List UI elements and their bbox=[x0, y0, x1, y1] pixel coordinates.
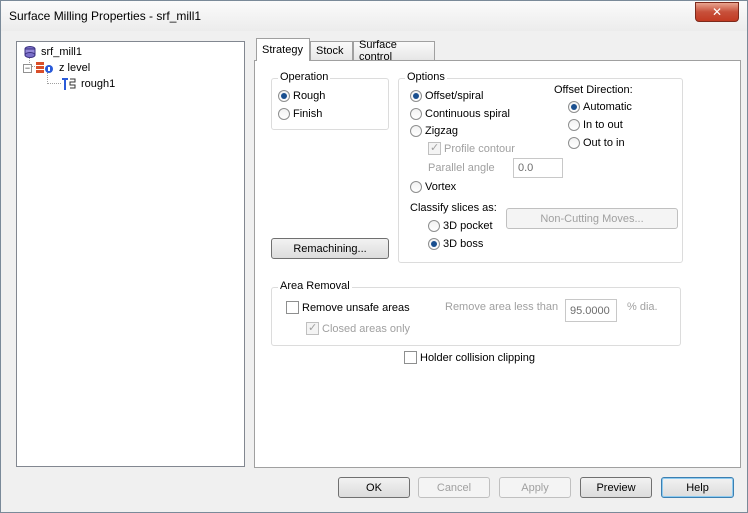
radio-indicator bbox=[568, 119, 580, 131]
collapse-icon[interactable]: − bbox=[23, 63, 32, 73]
radio-indicator bbox=[410, 108, 422, 120]
tool-path-icon bbox=[62, 78, 76, 90]
radio-label: Vortex bbox=[425, 181, 457, 193]
remove-area-less-than-label: Remove area less than bbox=[445, 301, 559, 313]
preview-button[interactable]: Preview bbox=[580, 477, 652, 498]
surface-mill-icon bbox=[24, 46, 36, 58]
vortex-radio[interactable]: Vortex bbox=[410, 181, 456, 193]
radio-label: Finish bbox=[293, 108, 323, 120]
automatic-radio[interactable]: Automatic bbox=[568, 101, 632, 113]
area-removal-title: Area Removal bbox=[278, 280, 352, 292]
non-cutting-moves-button[interactable]: Non-Cutting Moves... bbox=[506, 208, 678, 229]
in-to-out-radio[interactable]: In to out bbox=[568, 119, 623, 131]
ok-button[interactable]: OK bbox=[338, 477, 410, 498]
boss-3d-radio[interactable]: 3D boss bbox=[428, 238, 483, 250]
radio-indicator bbox=[278, 90, 290, 102]
help-button[interactable]: Help bbox=[661, 477, 734, 498]
button-label: Apply bbox=[521, 481, 549, 494]
tree-item-label: z level bbox=[59, 62, 91, 74]
tree-item-label: rough1 bbox=[81, 78, 116, 90]
tree-item-rough1[interactable]: rough1 bbox=[61, 76, 115, 92]
radio-indicator bbox=[568, 101, 580, 113]
button-label: Cancel bbox=[436, 481, 472, 494]
radio-label: 3D boss bbox=[443, 238, 484, 250]
z-level-icon bbox=[36, 62, 53, 73]
radio-label: Continuous spiral bbox=[425, 108, 510, 120]
remachining-button[interactable]: Remachining... bbox=[271, 238, 389, 259]
tree-item-srf-mill1[interactable]: srf_mill1 bbox=[23, 44, 82, 60]
field-value: 95.0000 bbox=[570, 304, 610, 317]
operation-title: Operation bbox=[278, 71, 331, 83]
radio-label: Rough bbox=[293, 90, 326, 102]
closed-areas-only-checkbox[interactable]: Closed areas only bbox=[306, 321, 411, 335]
radio-label: Automatic bbox=[583, 101, 632, 113]
checkbox-label: Holder collision clipping bbox=[420, 351, 535, 364]
apply-button[interactable]: Apply bbox=[499, 477, 571, 498]
radio-label: In to out bbox=[583, 119, 623, 131]
checkbox-label: Profile contour bbox=[444, 142, 515, 155]
area-removal-group: Area Removal bbox=[271, 280, 681, 346]
continuous-spiral-radio[interactable]: Continuous spiral bbox=[410, 108, 510, 120]
tab-stock[interactable]: Stock bbox=[310, 41, 353, 60]
cancel-button[interactable]: Cancel bbox=[418, 477, 490, 498]
checkbox-label: Closed areas only bbox=[322, 322, 411, 335]
remove-area-field[interactable]: 95.0000 bbox=[565, 299, 617, 322]
options-title: Options bbox=[405, 71, 447, 83]
dialog-window: Surface Milling Properties - srf_mill1 ✕… bbox=[0, 0, 748, 513]
remove-unsafe-checkbox[interactable]: Remove unsafe areas bbox=[286, 301, 410, 314]
parallel-angle-field[interactable]: 0.0 bbox=[513, 158, 563, 178]
radio-indicator bbox=[410, 181, 422, 193]
finish-radio[interactable]: Finish bbox=[278, 108, 322, 120]
tree-item-label: srf_mill1 bbox=[41, 46, 82, 58]
tree-item-z-level[interactable]: − z level bbox=[23, 60, 90, 76]
offset-spiral-radio[interactable]: Offset/spiral bbox=[410, 90, 484, 102]
tab-strategy[interactable]: Strategy bbox=[256, 38, 310, 61]
tab-surface-control[interactable]: Surface control bbox=[353, 39, 435, 63]
radio-label: 3D pocket bbox=[443, 220, 493, 232]
profile-contour-checkbox[interactable]: Profile contour bbox=[428, 141, 515, 155]
parallel-angle-label: Parallel angle bbox=[428, 162, 495, 174]
pocket-3d-radio[interactable]: 3D pocket bbox=[428, 220, 493, 232]
radio-indicator bbox=[410, 90, 422, 102]
button-label: Remachining... bbox=[293, 242, 367, 255]
radio-indicator bbox=[568, 137, 580, 149]
checkbox-indicator bbox=[286, 301, 299, 314]
button-label: Non-Cutting Moves... bbox=[540, 212, 644, 225]
window-title: Surface Milling Properties - srf_mill1 bbox=[9, 9, 202, 23]
radio-label: Offset/spiral bbox=[425, 90, 484, 102]
operation-group: Operation bbox=[271, 71, 389, 130]
checkbox-label: Remove unsafe areas bbox=[302, 301, 410, 314]
tab-label: Stock bbox=[316, 45, 344, 57]
checkbox-indicator bbox=[306, 321, 319, 335]
out-to-in-radio[interactable]: Out to in bbox=[568, 137, 625, 149]
radio-label: Out to in bbox=[583, 137, 625, 149]
rough-radio[interactable]: Rough bbox=[278, 90, 325, 102]
title-bar[interactable]: Surface Milling Properties - srf_mill1 ✕ bbox=[1, 1, 747, 31]
zigzag-radio[interactable]: Zigzag bbox=[410, 125, 458, 137]
button-label: Preview bbox=[596, 481, 636, 494]
percent-dia-label: % dia. bbox=[627, 301, 658, 313]
radio-indicator bbox=[428, 238, 440, 250]
radio-indicator bbox=[410, 125, 422, 137]
button-label: Help bbox=[686, 481, 709, 494]
classify-label: Classify slices as: bbox=[410, 202, 497, 214]
button-label: OK bbox=[366, 481, 382, 494]
checkbox-indicator bbox=[428, 141, 441, 155]
close-icon: ✕ bbox=[711, 5, 723, 19]
radio-indicator bbox=[278, 108, 290, 120]
close-button[interactable]: ✕ bbox=[695, 2, 739, 22]
strategy-panel: Operation Rough Finish Remachining... Op… bbox=[254, 60, 741, 468]
offset-direction-label: Offset Direction: bbox=[554, 84, 633, 96]
radio-label: Zigzag bbox=[425, 125, 459, 137]
holder-collision-checkbox[interactable]: Holder collision clipping bbox=[404, 351, 535, 364]
radio-indicator bbox=[428, 220, 440, 232]
tab-label: Strategy bbox=[262, 44, 303, 56]
field-value: 0.0 bbox=[518, 162, 534, 174]
checkbox-indicator bbox=[404, 351, 417, 364]
operation-tree[interactable]: srf_mill1 − z level rough1 bbox=[16, 41, 245, 467]
